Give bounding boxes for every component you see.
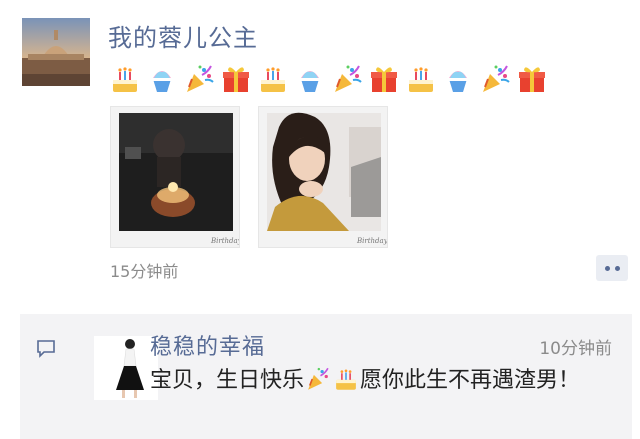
emoji-row bbox=[108, 62, 549, 96]
photo-portrait[interactable]: Birthday bbox=[258, 106, 388, 248]
comment-time: 10分钟前 bbox=[539, 339, 612, 359]
cake-icon bbox=[332, 365, 360, 393]
dot bbox=[614, 265, 620, 271]
gift-icon bbox=[515, 62, 549, 96]
svg-text:Birthday: Birthday bbox=[210, 237, 240, 245]
comment-icon[interactable] bbox=[36, 338, 56, 358]
commenter-avatar[interactable] bbox=[94, 336, 158, 400]
party-popper-icon bbox=[182, 62, 216, 96]
post-author-avatar[interactable] bbox=[22, 18, 90, 86]
more-dots-icon[interactable] bbox=[596, 255, 628, 281]
party-popper-icon bbox=[304, 365, 332, 393]
svg-text:Birthday: Birthday bbox=[356, 237, 388, 245]
comment-text-part1: 宝贝，生日快乐 bbox=[150, 368, 305, 393]
gift-icon bbox=[367, 62, 401, 96]
party-popper-icon bbox=[478, 62, 512, 96]
gift-icon bbox=[219, 62, 253, 96]
post-time: 15分钟前 bbox=[110, 262, 179, 281]
cake-icon bbox=[404, 62, 438, 96]
dot bbox=[604, 265, 610, 271]
cake-icon bbox=[108, 62, 142, 96]
shaved-ice-icon bbox=[293, 62, 327, 96]
photo-grid: Birthday Birthday bbox=[110, 106, 388, 248]
shaved-ice-icon bbox=[441, 62, 475, 96]
comment-text-part2: 愿你此生不再遇渣男！ bbox=[360, 368, 581, 393]
post-author-name[interactable]: 我的蓉儿公主 bbox=[108, 18, 258, 53]
comment-text: 宝贝，生日快乐 愿你此生不再遇渣男！ bbox=[150, 365, 620, 396]
shaved-ice-icon bbox=[145, 62, 179, 96]
comment-section: 稳稳的幸福 10分钟前 宝贝，生日快乐 愿你此生不再遇渣男！ bbox=[20, 314, 632, 439]
commenter-name[interactable]: 稳稳的幸福 bbox=[150, 329, 265, 361]
cake-icon bbox=[256, 62, 290, 96]
party-popper-icon bbox=[330, 62, 364, 96]
photo-birthday-cake[interactable]: Birthday bbox=[110, 106, 240, 248]
moments-post: 我的蓉儿公主 Birthday Birthday 15分钟前 bbox=[0, 0, 640, 310]
